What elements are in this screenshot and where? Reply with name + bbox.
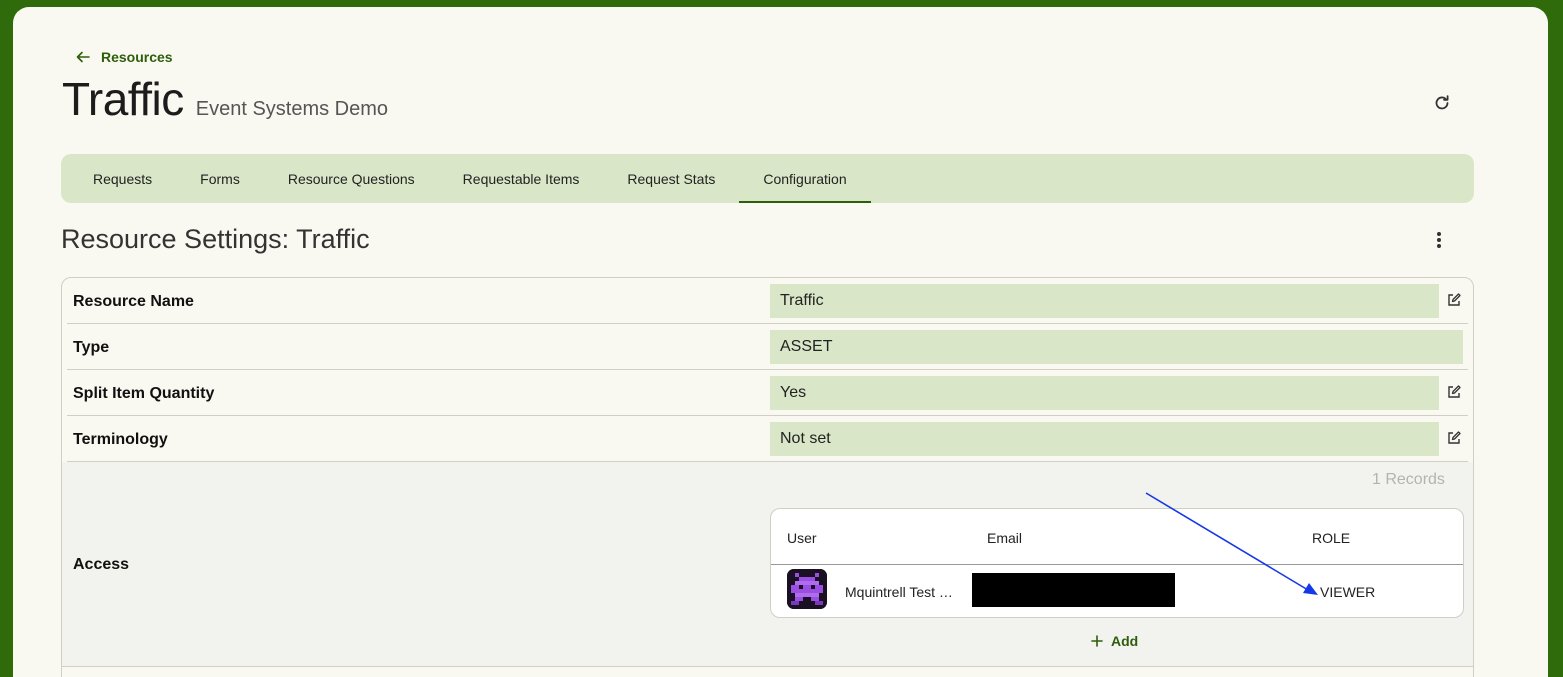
page-subtitle: Event Systems Demo <box>195 98 389 120</box>
column-header-user[interactable]: User <box>787 530 817 546</box>
back-to-resources-link[interactable]: Resources <box>75 49 173 65</box>
arrow-left-icon <box>76 51 90 63</box>
tab-requests[interactable]: Requests <box>69 154 176 203</box>
more-options-button[interactable] <box>1427 226 1451 254</box>
tab-request-stats[interactable]: Request Stats <box>603 154 739 203</box>
edit-terminology-button[interactable] <box>1446 430 1462 446</box>
access-table: User Email ROLE Mquintrell Test … VIEWER <box>770 508 1464 618</box>
setting-label: Type <box>73 339 110 356</box>
type-value: ASSET <box>770 330 1463 364</box>
section-title: Resource Settings: Traffic <box>61 224 370 254</box>
setting-row-split-item-quantity: Split Item Quantity Yes <box>67 370 1468 416</box>
setting-row-resource-name: Resource Name Traffic <box>67 278 1468 324</box>
setting-label: Split Item Quantity <box>73 385 215 402</box>
setting-label: Resource Name <box>73 293 194 310</box>
refresh-button[interactable] <box>1427 88 1457 118</box>
records-count: 1 Records <box>1372 471 1445 488</box>
page-title: Traffic <box>62 73 184 125</box>
setting-row-access: Access 1 Records User Email ROLE Mquintr… <box>62 462 1473 667</box>
split-item-quantity-value: Yes <box>770 376 1439 410</box>
avatar <box>787 569 827 609</box>
tab-bar: Requests Forms Resource Questions Reques… <box>61 154 1474 203</box>
edit-icon <box>1448 293 1461 306</box>
title-row: Traffic Event Systems Demo <box>62 72 388 126</box>
resource-name-value: Traffic <box>770 284 1439 318</box>
tab-resource-questions[interactable]: Resource Questions <box>264 154 439 203</box>
plus-icon <box>1091 635 1103 647</box>
column-header-email[interactable]: Email <box>987 530 1022 546</box>
user-name: Mquintrell Test … <box>845 584 953 600</box>
settings-table: Resource Name Traffic Type ASSET Split I… <box>61 277 1474 677</box>
column-header-role[interactable]: ROLE <box>1312 530 1350 546</box>
table-divider <box>771 564 1463 565</box>
more-vert-icon <box>1437 232 1441 248</box>
edit-icon <box>1448 385 1461 398</box>
edit-resource-name-button[interactable] <box>1446 292 1462 308</box>
refresh-icon <box>1435 95 1449 110</box>
terminology-value: Not set <box>770 422 1439 456</box>
back-link-label: Resources <box>101 49 173 65</box>
add-label: Add <box>1111 633 1139 649</box>
setting-row-type: Type ASSET <box>67 324 1468 370</box>
edit-icon <box>1448 431 1461 444</box>
edit-split-item-quantity-button[interactable] <box>1446 384 1462 400</box>
tab-configuration[interactable]: Configuration <box>739 154 871 203</box>
tab-forms[interactable]: Forms <box>176 154 264 203</box>
tab-requestable-items[interactable]: Requestable Items <box>439 154 604 203</box>
setting-row-terminology: Terminology Not set <box>67 416 1468 462</box>
setting-label: Access <box>73 556 130 573</box>
add-access-button[interactable]: Add <box>1091 633 1138 649</box>
redacted-email <box>972 573 1175 607</box>
user-role: VIEWER <box>1320 584 1376 600</box>
setting-label: Terminology <box>73 431 168 448</box>
